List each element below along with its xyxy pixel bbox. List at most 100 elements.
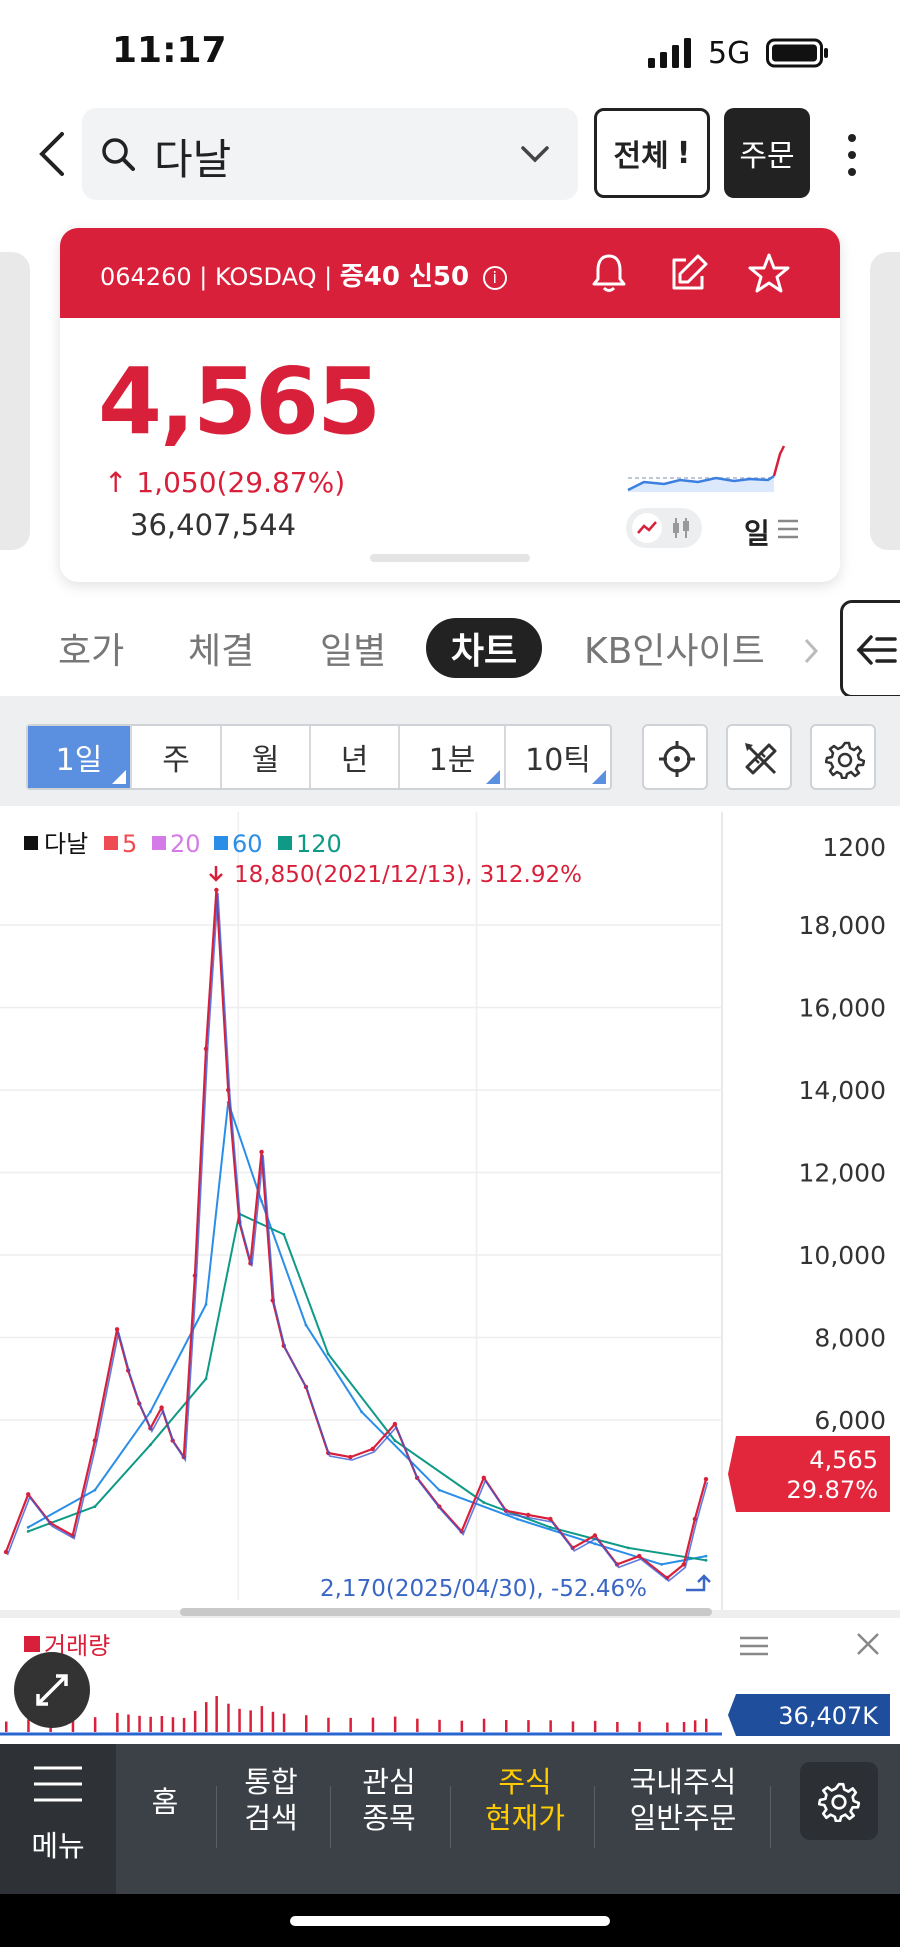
volume-bar [393,1716,397,1732]
fullscreen-button[interactable] [14,1652,90,1728]
drawing-tools-button[interactable] [726,724,792,790]
data-point [26,1525,30,1529]
side-panel-button[interactable] [840,600,900,698]
min-price-annotation: 2,170(2025/04/30), -52.46% [320,1576,647,1602]
period-week-label: 주 [162,743,190,778]
data-point [593,1542,597,1546]
chevron-down-icon[interactable] [518,142,552,166]
tab-trades[interactable]: 체결 [188,622,254,674]
y-tick-label: 1200 [822,833,886,862]
next-card-peek[interactable] [870,252,900,550]
volume-bar [371,1717,375,1732]
period-1day[interactable]: 1일 [28,726,132,788]
data-point [549,1525,552,1529]
card-drag-handle[interactable] [370,554,530,562]
data-point [704,1554,708,1558]
nav-separator [594,1786,595,1848]
period-10tick[interactable]: 10틱 [506,726,610,788]
bell-icon[interactable] [588,252,630,294]
home-indicator[interactable] [290,1916,610,1926]
data-point [548,1516,553,1522]
crosshair-button[interactable] [642,724,708,790]
collapse-left-icon [856,635,897,665]
volume-bar [282,1713,286,1732]
volume-bar [460,1720,464,1732]
legend-swatch-ma60 [214,836,228,850]
legend-ma5: 5 [122,830,137,858]
legend-swatch-ma20 [152,836,166,850]
chart-type-toggle[interactable] [626,508,702,548]
nav-watch-line2: 종목 [362,1801,416,1835]
nav-order-line1: 국내주식 [629,1765,737,1799]
legend-stock: 다날 [44,830,88,858]
volume-bar [215,1696,218,1732]
volume-bar [238,1708,241,1732]
volume-bar [171,1717,175,1732]
gear-icon [818,1782,860,1822]
volume-swatch [24,1636,40,1652]
volume-bar [438,1719,441,1732]
chevron-right-icon[interactable] [802,636,820,666]
nav-menu[interactable]: 메뉴 [0,1744,116,1894]
tab-chart[interactable]: 차트 [426,618,542,678]
data-point [348,1454,353,1460]
tab-kb-insight[interactable]: KB인사이트 [584,622,765,674]
period-month[interactable]: 월 [222,726,311,788]
period-10tick-label: 10틱 [525,743,591,778]
nav-stock-quote[interactable]: 주식 현재가 [470,1764,580,1836]
order-button[interactable]: 주문 [724,108,810,198]
data-point [93,1488,97,1492]
more-vertical-icon[interactable] [842,130,862,180]
tab-daily[interactable]: 일별 [320,622,386,674]
tab-orderbook[interactable]: 호가 [58,622,124,674]
legend-swatch-stock [24,836,38,850]
data-point [93,1505,97,1508]
data-point [326,1352,330,1356]
y-tick-label: 14,000 [799,1076,886,1105]
nav-integrated-search[interactable]: 통합 검색 [226,1764,316,1836]
data-point [304,1323,308,1327]
data-point [26,1492,31,1497]
y-tick-label: 12,000 [799,1159,886,1188]
stock-info-card: 064260 | KOSDAQ | 증40 신50 i 4,565 ↑ 1,05… [60,228,840,582]
edit-icon[interactable] [668,252,710,294]
y-tick-label: 18,000 [799,911,886,940]
data-point [637,1553,642,1559]
chart-settings-button[interactable] [810,724,876,790]
data-point [282,1233,286,1236]
all-button[interactable]: 전체 ! [594,108,710,198]
menu-lines-icon[interactable] [776,518,800,540]
data-point [592,1533,598,1538]
period-1min[interactable]: 1분 [400,726,506,788]
star-icon[interactable] [748,252,790,294]
data-point [259,1149,264,1155]
nav-watchlist[interactable]: 관심 종목 [344,1764,434,1836]
current-price-tag-value: 4,565 [809,1446,878,1474]
period-year[interactable]: 년 [311,726,400,788]
price-chart[interactable]: 1200 6,000 8,000 10,000 12,000 14,000 16,000 18… [0,812,900,1744]
alert-mark-icon: ! [676,135,691,171]
prev-card-peek[interactable] [0,252,30,550]
volume-bar [71,1720,75,1732]
info-icon[interactable]: i [482,266,507,290]
back-arrow-icon[interactable] [34,128,74,180]
all-button-label: 전체 [613,139,669,174]
max-price-annotation: 18,850(2021/12/13), 312.92% [234,862,582,888]
nav-separator [450,1786,451,1848]
legend-ma20: 20 [170,830,201,858]
nav-watch-line1: 관심 [362,1765,416,1799]
search-value: 다날 [154,135,232,184]
nav-quote-line1: 주식 [498,1765,552,1799]
period-month-label: 월 [251,743,280,778]
crosshair-icon [659,741,695,777]
period-label[interactable]: 일 [744,512,770,552]
margin-rate: 증40 신50 [339,262,470,292]
nav-settings-button[interactable] [800,1762,878,1840]
nav-home[interactable]: 홈 [130,1784,200,1820]
nav-domestic-order[interactable]: 국내주식 일반주문 [608,1764,758,1836]
data-point [204,1303,208,1306]
period-week[interactable]: 주 [132,726,222,788]
nav-separator [770,1786,771,1848]
chart-scrollbar[interactable] [180,1608,712,1616]
nav-menu-label: 메뉴 [31,1829,85,1863]
